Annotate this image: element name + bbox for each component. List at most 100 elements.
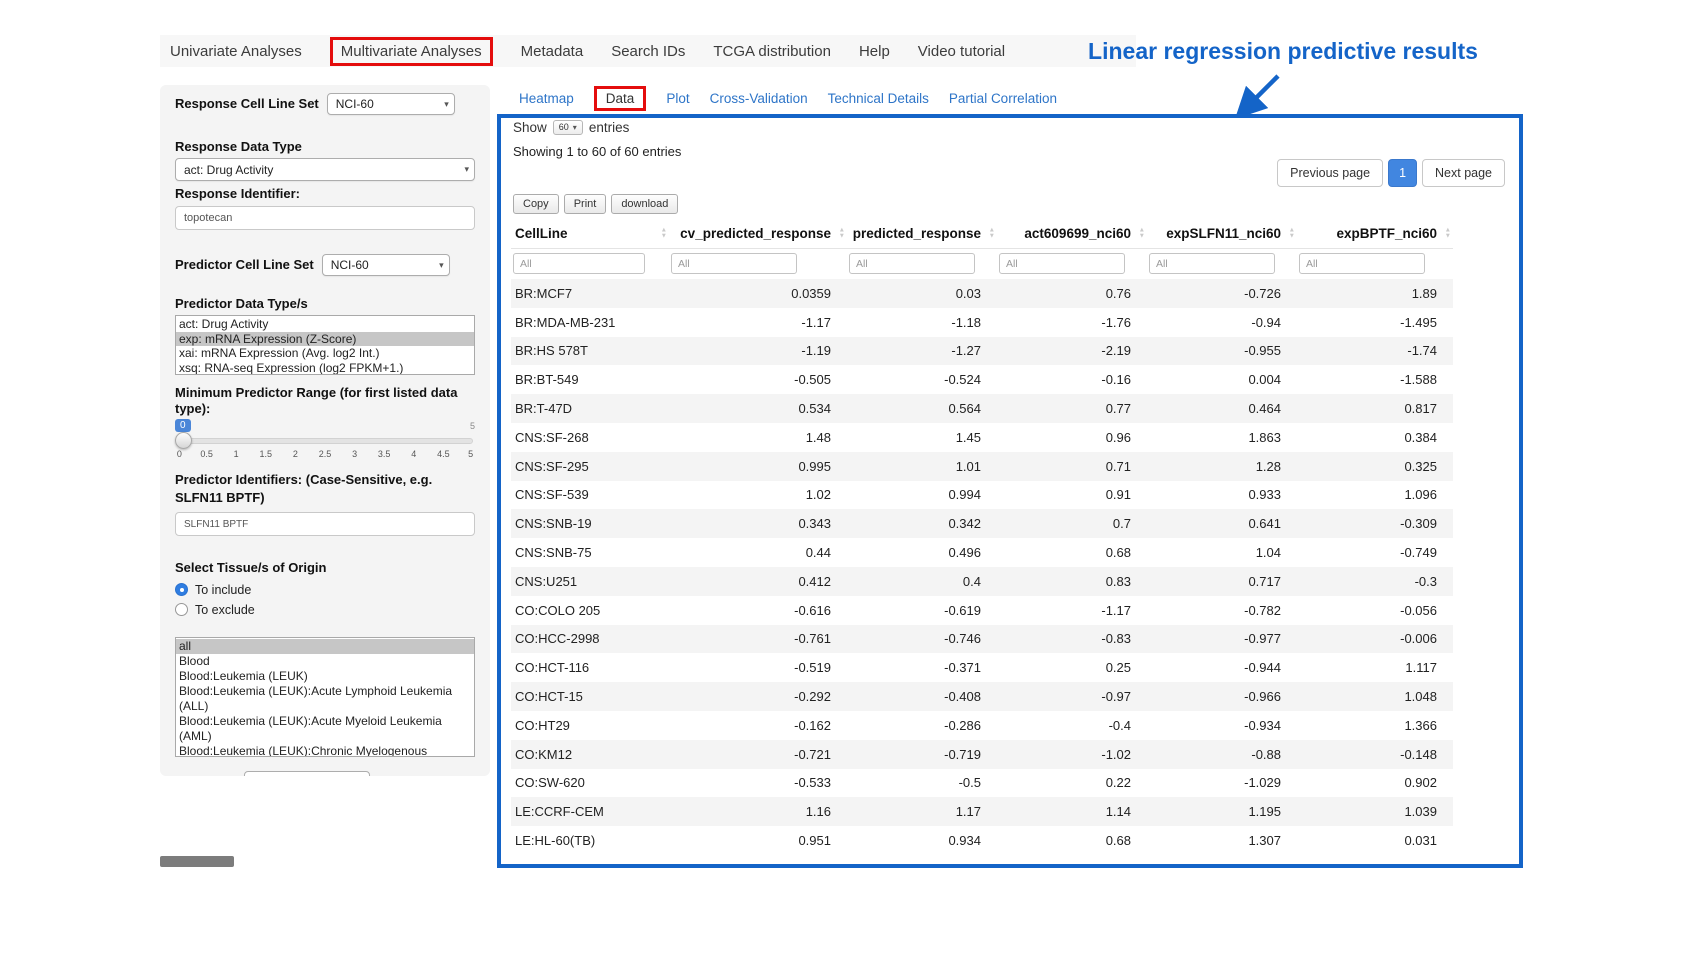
value-cell: -0.524 (847, 365, 997, 394)
tab-plot[interactable]: Plot (666, 91, 689, 106)
value-cell: 0.03 (847, 279, 997, 308)
download-button[interactable]: download (611, 194, 678, 214)
current-page-button[interactable]: 1 (1388, 159, 1417, 187)
tissue-exclude-radio[interactable]: To exclude (175, 602, 475, 617)
listbox-option-blood-leukemia-leuk-chronic-my[interactable]: Blood:Leukemia (LEUK):Chronic Myelogenou… (176, 744, 474, 757)
cropped-partial-element (160, 856, 234, 867)
algorithm-select[interactable]: Linear Regression ▾ (244, 771, 370, 776)
table-row[interactable]: CNS:SNB-750.440.4960.681.04-0.749 (511, 538, 1453, 567)
filter-input-predicted-response[interactable] (849, 253, 975, 274)
listbox-option-xsq-rna-seq-expression-log2-fp[interactable]: xsq: RNA-seq Expression (log2 FPKM+1.) (176, 361, 474, 376)
nav-item-tcga-distribution[interactable]: TCGA distribution (713, 43, 831, 60)
value-cell: 0.004 (1147, 365, 1297, 394)
table-row[interactable]: CO:KM12-0.721-0.719-1.02-0.88-0.148 (511, 740, 1453, 769)
nav-item-univariate-analyses[interactable]: Univariate Analyses (170, 43, 302, 60)
select-value: NCI-60 (336, 97, 374, 111)
sort-desc-icon: ▼ (1139, 233, 1145, 239)
filter-input-cv-predicted-response[interactable] (671, 253, 797, 274)
tab-cross-validation[interactable]: Cross-Validation (710, 91, 808, 106)
table-row[interactable]: CO:HCT-15-0.292-0.408-0.97-0.9661.048 (511, 682, 1453, 711)
table-row[interactable]: CNS:SF-2681.481.450.961.8630.384 (511, 423, 1453, 452)
value-cell: 0.564 (847, 394, 997, 423)
previous-page-button[interactable]: Previous page (1277, 159, 1383, 187)
predictor-identifiers-input[interactable] (175, 512, 475, 536)
value-cell: -0.782 (1147, 596, 1297, 625)
cell-line-cell: CNS:SF-295 (511, 452, 669, 481)
table-row[interactable]: CO:HCT-116-0.519-0.3710.25-0.9441.117 (511, 653, 1453, 682)
value-cell: 1.01 (847, 452, 997, 481)
slider-handle[interactable] (175, 432, 192, 449)
table-row[interactable]: BR:BT-549-0.505-0.524-0.160.004-1.588 (511, 365, 1453, 394)
column-header-predicted-response[interactable]: predicted_response▲▼ (847, 218, 997, 249)
value-cell: 1.039 (1297, 797, 1453, 826)
listbox-option-all[interactable]: all (176, 639, 474, 654)
value-cell: -0.4 (997, 711, 1147, 740)
tissue-include-radio[interactable]: To include (175, 582, 475, 597)
column-header-expslfn11-nci60[interactable]: expSLFN11_nci60▲▼ (1147, 218, 1297, 249)
response-identifier-input[interactable] (175, 206, 475, 230)
table-row[interactable]: CO:SW-620-0.533-0.50.22-1.0290.902 (511, 769, 1453, 798)
table-row[interactable]: CO:COLO 205-0.616-0.619-1.17-0.782-0.056 (511, 596, 1453, 625)
cell-line-cell: BR:BT-549 (511, 365, 669, 394)
min-range-slider[interactable]: 0 5 00.511.522.533.544.55 (175, 419, 475, 463)
chevron-down-icon: ▾ (439, 260, 444, 271)
filter-input-cellline[interactable] (513, 253, 645, 274)
tab-heatmap[interactable]: Heatmap (519, 91, 574, 106)
predictor-identifiers-label: Predictor Identifiers: (Case-Sensitive, … (175, 471, 475, 507)
column-header-cellline[interactable]: CellLine ▲▼ (511, 218, 669, 249)
listbox-option-blood-leukemia-leuk-acute-myel[interactable]: Blood:Leukemia (LEUK):Acute Myeloid Leuk… (176, 714, 474, 744)
value-cell: -1.495 (1297, 308, 1453, 337)
tab-technical-details[interactable]: Technical Details (828, 91, 929, 106)
listbox-option-act-drug-activity[interactable]: act: Drug Activity (176, 317, 474, 332)
table-row[interactable]: LE:CCRF-CEM1.161.171.141.1951.039 (511, 797, 1453, 826)
listbox-option-exp-mrna-expression-z-score[interactable]: exp: mRNA Expression (Z-Score) (176, 332, 474, 347)
filter-input-act609699-nci60[interactable] (999, 253, 1125, 274)
table-row[interactable]: CNS:SF-2950.9951.010.711.280.325 (511, 452, 1453, 481)
table-row[interactable]: CNS:SNB-190.3430.3420.70.641-0.309 (511, 509, 1453, 538)
nav-item-video-tutorial[interactable]: Video tutorial (918, 43, 1005, 60)
response-data-type-select[interactable]: act: Drug Activity ▾ (175, 158, 475, 181)
listbox-option-xai-mrna-expression-avg-log2-i[interactable]: xai: mRNA Expression (Avg. log2 Int.) (176, 346, 474, 361)
nav-item-search-ids[interactable]: Search IDs (611, 43, 685, 60)
listbox-option-blood-leukemia-leuk[interactable]: Blood:Leukemia (LEUK) (176, 669, 474, 684)
tissue-listbox[interactable]: allBloodBlood:Leukemia (LEUK)Blood:Leuke… (175, 637, 475, 757)
entries-label: entries (589, 120, 630, 135)
value-cell: 0.994 (847, 481, 997, 510)
filter-input-expbptf-nci60[interactable] (1299, 253, 1425, 274)
listbox-option-blood-leukemia-leuk-acute-lymp[interactable]: Blood:Leukemia (LEUK):Acute Lymphoid Leu… (176, 684, 474, 714)
value-cell: 0.25 (997, 653, 1147, 682)
filter-input-expslfn11-nci60[interactable] (1149, 253, 1275, 274)
column-header-act609699-nci60[interactable]: act609699_nci60▲▼ (997, 218, 1147, 249)
sort-icon: ▲▼ (661, 228, 667, 239)
nav-item-help[interactable]: Help (859, 43, 890, 60)
table-row[interactable]: BR:MCF70.03590.030.76-0.7261.89 (511, 279, 1453, 308)
table-row[interactable]: BR:T-47D0.5340.5640.770.4640.817 (511, 394, 1453, 423)
page-length-select[interactable]: 60 ▾ (553, 120, 583, 135)
listbox-option-blood[interactable]: Blood (176, 654, 474, 669)
copy-button[interactable]: Copy (513, 194, 559, 214)
nav-item-metadata[interactable]: Metadata (521, 43, 584, 60)
column-header-cv-predicted-response[interactable]: cv_predicted_response▲▼ (669, 218, 847, 249)
print-button[interactable]: Print (564, 194, 607, 214)
table-row[interactable]: CO:HT29-0.162-0.286-0.4-0.9341.366 (511, 711, 1453, 740)
value-cell: 1.096 (1297, 481, 1453, 510)
predictor-cell-line-set-select[interactable]: NCI-60 ▾ (322, 254, 450, 276)
table-row[interactable]: CNS:U2510.4120.40.830.717-0.3 (511, 567, 1453, 596)
column-header-expbptf-nci60[interactable]: expBPTF_nci60▲▼ (1297, 218, 1453, 249)
predictor-data-type-listbox[interactable]: act: Drug Activityexp: mRNA Expression (… (175, 315, 475, 375)
table-row[interactable]: CNS:SF-5391.020.9940.910.9331.096 (511, 481, 1453, 510)
slider-track[interactable] (177, 438, 473, 444)
nav-item-multivariate-analyses[interactable]: Multivariate Analyses (330, 37, 493, 66)
tab-data[interactable]: Data (594, 86, 647, 111)
table-row[interactable]: BR:MDA-MB-231-1.17-1.18-1.76-0.94-1.495 (511, 308, 1453, 337)
table-row[interactable]: BR:HS 578T-1.19-1.27-2.19-0.955-1.74 (511, 337, 1453, 366)
next-page-button[interactable]: Next page (1422, 159, 1505, 187)
column-header-label: CellLine (515, 226, 568, 241)
filter-cell-predicted-response (847, 249, 997, 280)
table-row[interactable]: CO:HCC-2998-0.761-0.746-0.83-0.977-0.006 (511, 625, 1453, 654)
tab-partial-correlation[interactable]: Partial Correlation (949, 91, 1057, 106)
value-cell: -0.292 (669, 682, 847, 711)
value-cell: 0.496 (847, 538, 997, 567)
response-cell-line-set-select[interactable]: NCI-60 ▾ (327, 93, 455, 115)
table-row[interactable]: LE:HL-60(TB)0.9510.9340.681.3070.031 (511, 826, 1453, 855)
